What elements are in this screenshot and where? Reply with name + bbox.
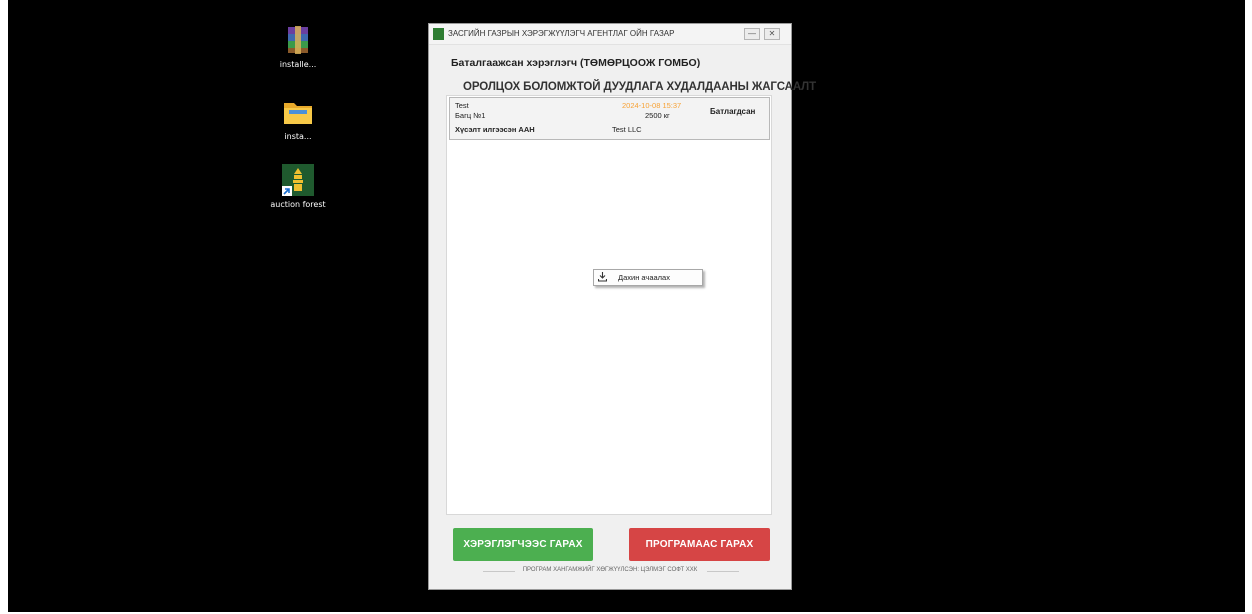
winrar-icon — [282, 24, 314, 56]
requester-company: Test LLC — [612, 125, 642, 134]
exit-program-button[interactable]: ПРОГРАМААС ГАРАХ — [629, 528, 770, 561]
auction-weight: 2500 кг — [645, 111, 670, 120]
auction-list[interactable]: Test Багц №1 Хүсэлт илгээсэн ААН 2024-10… — [446, 95, 772, 515]
auction-list-heading: ОРОЛЦОХ БОЛОМЖТОЙ ДУУДЛАГА ХУДАЛДААНЫ ЖА… — [463, 81, 817, 93]
auction-datetime: 2024-10-08 15:37 — [622, 101, 682, 110]
desktop-icon-folder[interactable]: insta... — [258, 96, 338, 142]
requester-label: Хүсэлт илгээсэн ААН — [455, 125, 535, 134]
verified-user-label: Баталгаажсан хэрэглэгч (ТӨМӨРЦООЖ ГОМБО) — [451, 57, 701, 69]
window-title: ЗАСГИЙН ГАЗРЫН ХЭРЭГЖҮҮЛЭГЧ АГЕНТЛАГ ОЙН… — [448, 29, 675, 38]
desktop-icon-auction[interactable]: auction forest — [258, 164, 338, 210]
auction-batch: Багц №1 — [455, 111, 486, 120]
desktop-icon-label: installe... — [279, 60, 317, 69]
auction-status: Батлагдсан — [710, 107, 756, 116]
app-window: ЗАСГИЙН ГАЗРЫН ХЭРЭГЖҮҮЛЭГЧ АГЕНТЛАГ ОЙН… — [428, 23, 816, 590]
auction-list-item[interactable]: Test Багц №1 Хүсэлт илгээсэн ААН 2024-10… — [449, 97, 770, 140]
reload-menu-item[interactable]: Дахин ачаалах — [618, 273, 670, 282]
desktop-icon-label: insta... — [284, 132, 312, 141]
logout-button[interactable]: ХЭРЭГЛЭГЧЭЭС ГАРАХ — [453, 528, 593, 561]
folder-icon — [282, 96, 314, 128]
auction-app-icon — [282, 164, 314, 196]
close-button[interactable]: ✕ — [764, 28, 780, 40]
minimize-button[interactable]: — — [744, 28, 760, 40]
app-logo-icon — [433, 28, 444, 40]
developer-credit: ПРОГРАМ ХАНГАМЖИЙГ ХӨГЖҮҮЛСЭН: ЦЭЛМЭГ СО… — [522, 567, 698, 573]
window-titlebar[interactable]: ЗАСГИЙН ГАЗРЫН ХЭРЭГЖҮҮЛЭГЧ АГЕНТЛАГ ОЙН… — [429, 24, 791, 45]
desktop-icon-installer[interactable]: installe... — [258, 24, 338, 70]
desktop-icon-label: auction forest — [270, 200, 326, 209]
download-icon — [597, 272, 608, 284]
context-menu: Дахин ачаалах — [593, 269, 703, 286]
auction-name: Test — [455, 101, 469, 110]
